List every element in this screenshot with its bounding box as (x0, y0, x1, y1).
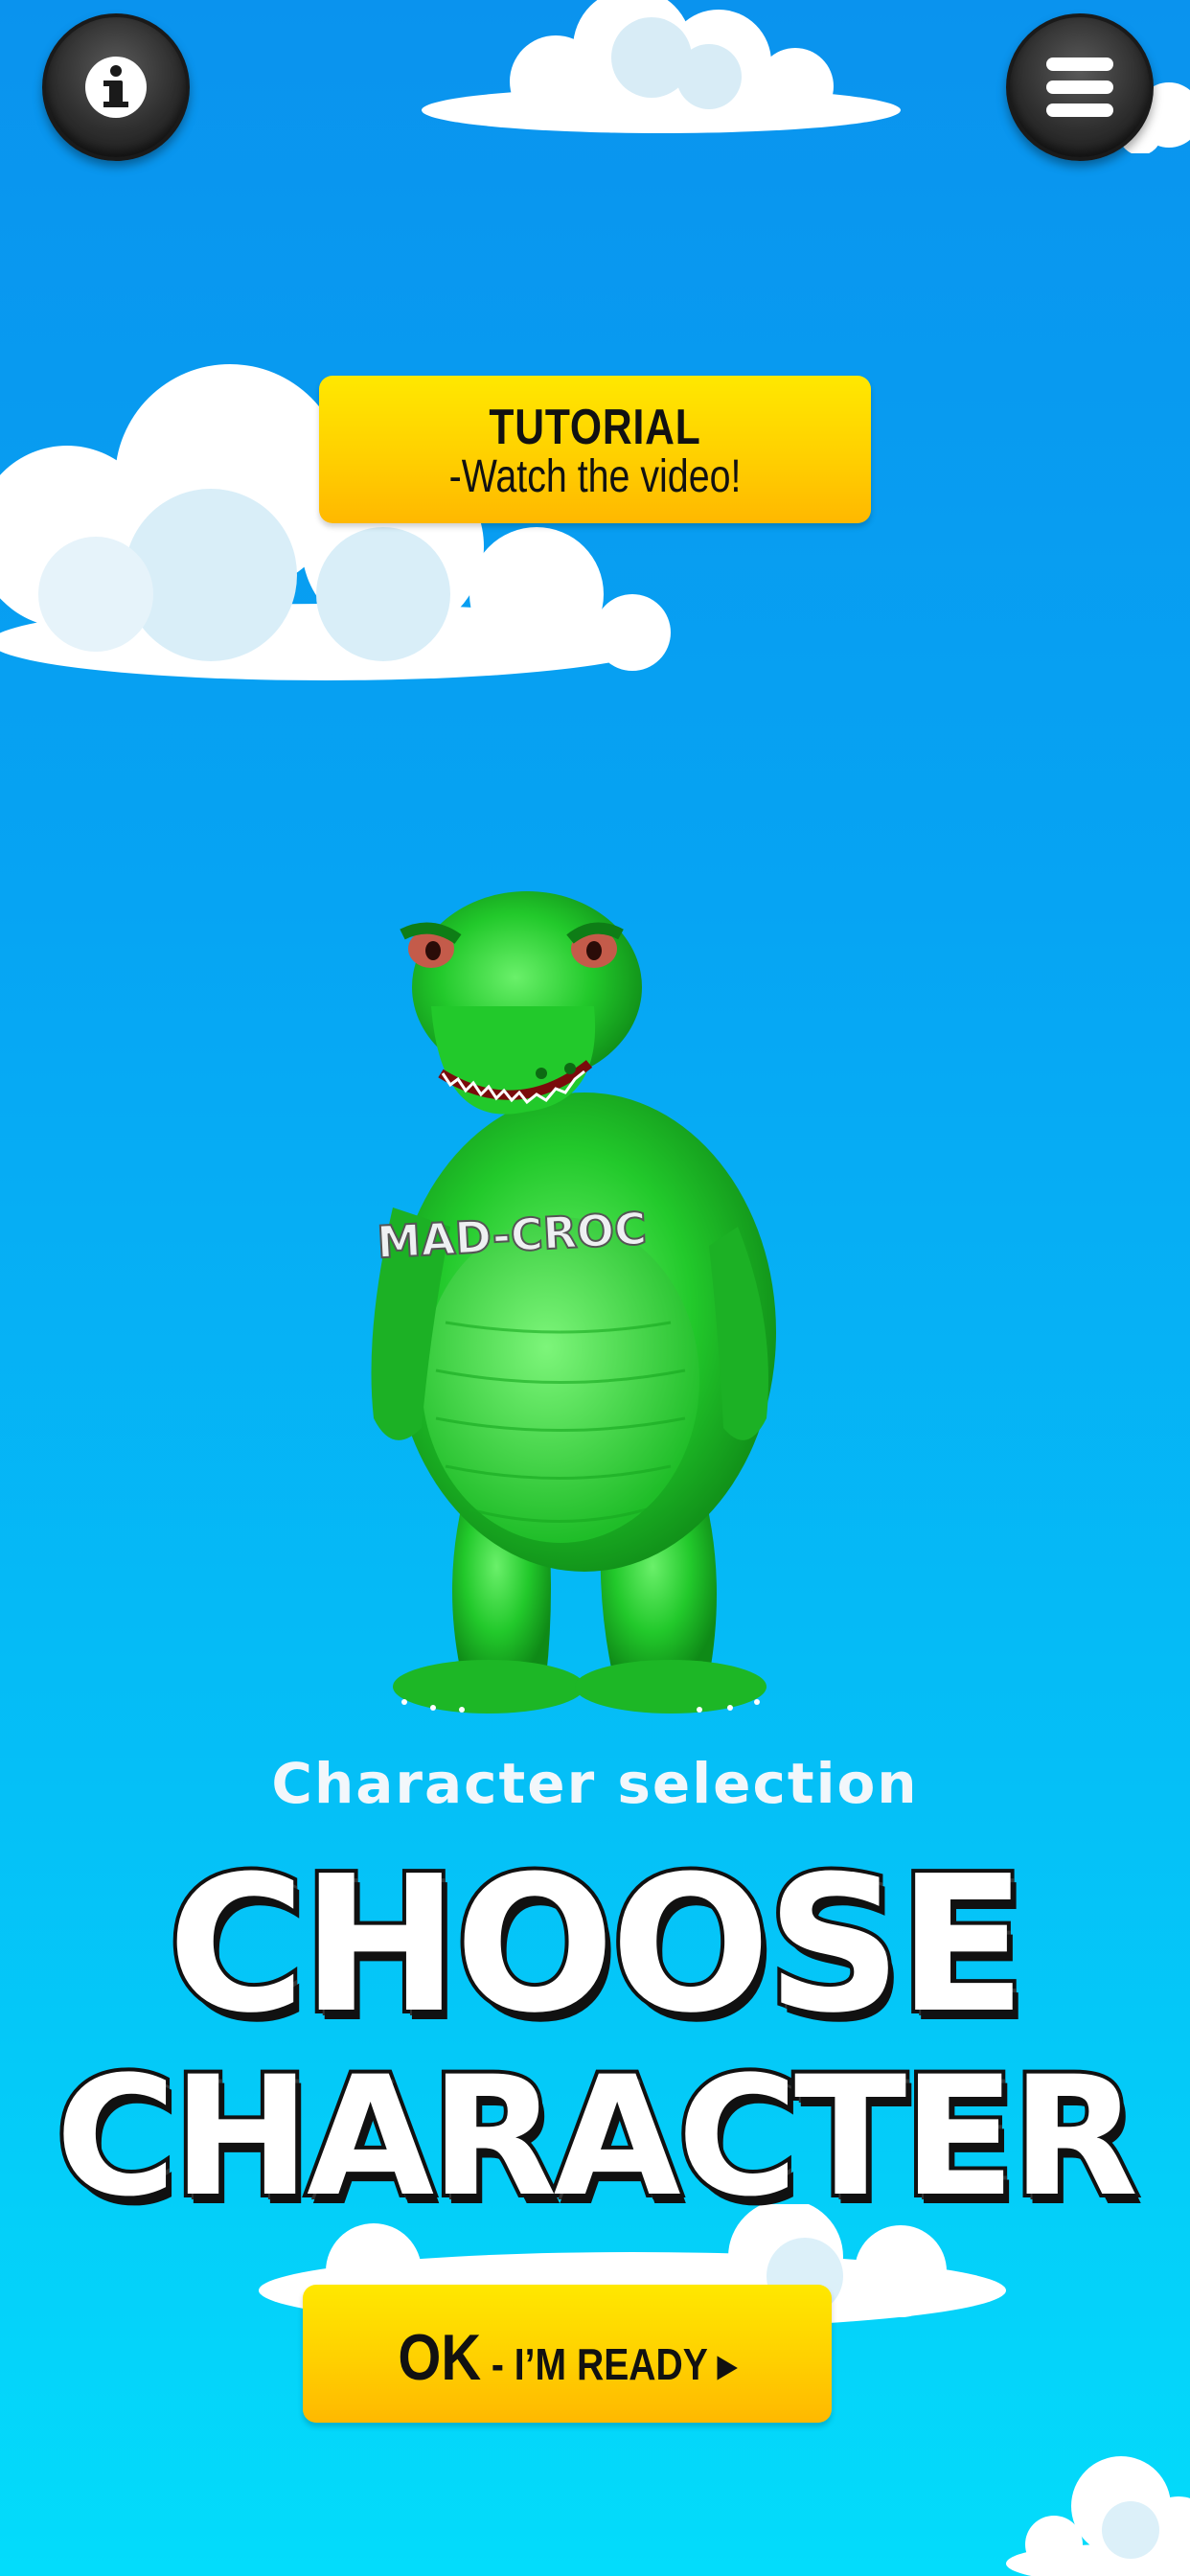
tutorial-title: TUTORIAL (489, 400, 701, 455)
croc-character[interactable]: MAD-CROC (355, 882, 834, 1725)
character-selection-label: Character selection (271, 1751, 919, 1816)
info-button[interactable] (42, 13, 190, 161)
ok-ready-button[interactable]: OK - I’M READY ▸ (303, 2285, 832, 2423)
ok-button-label: OK - I’M READY ▸ (342, 2325, 791, 2397)
hamburger-menu-icon (1046, 58, 1113, 117)
tutorial-subtitle: -Watch the video! (448, 451, 742, 502)
cloud-top (412, 0, 910, 144)
ok-rest-text: - I’M READY ▸ (481, 2339, 737, 2389)
character-title: CHARACTER (52, 2037, 1142, 2237)
cloud-bottom-right (996, 2439, 1190, 2576)
menu-button[interactable] (1006, 13, 1154, 161)
tutorial-button[interactable]: TUTORIAL -Watch the video! (319, 376, 871, 523)
choose-title: CHOOSE (164, 1836, 1030, 2055)
info-icon (85, 57, 147, 118)
ok-main-text: OK (398, 2321, 482, 2394)
game-screen: TUTORIAL -Watch the video! MAD-CROC Char… (0, 0, 1190, 2576)
